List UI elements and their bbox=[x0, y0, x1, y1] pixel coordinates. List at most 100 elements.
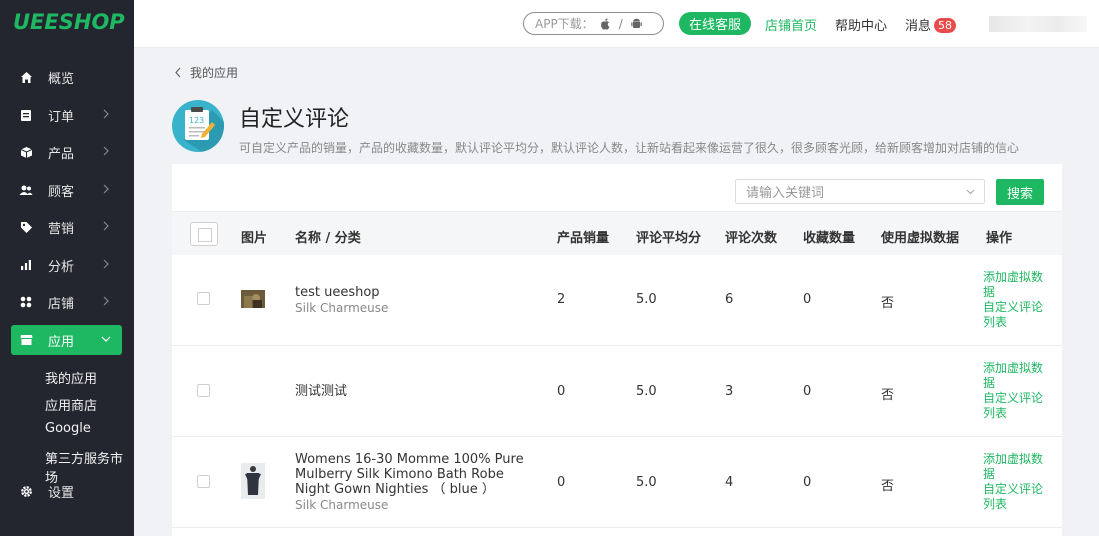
chevron-right-icon bbox=[103, 146, 109, 156]
sidebar-item-customers[interactable]: 顾客 bbox=[11, 175, 122, 205]
favorites-cell: 0 bbox=[803, 384, 812, 399]
sales-cell: 0 bbox=[557, 475, 566, 490]
row-checkbox[interactable] bbox=[197, 475, 210, 488]
row-checkbox[interactable] bbox=[197, 292, 210, 305]
product-thumbnail[interactable] bbox=[241, 463, 265, 499]
box-icon bbox=[19, 145, 33, 159]
svg-text:123: 123 bbox=[189, 116, 204, 125]
online-service-button[interactable]: 在线客服 bbox=[679, 12, 751, 35]
content-card: 请输入关键词 搜索 图片 名称 / 分类 产品销量 评论平均分 评论次数 收藏数… bbox=[172, 164, 1062, 536]
chevron-right-icon bbox=[103, 296, 109, 306]
product-name-cell[interactable]: 测试测试 bbox=[295, 384, 525, 399]
grid-icon bbox=[19, 295, 33, 309]
product-name[interactable]: 测试测试 bbox=[295, 384, 347, 399]
chevron-right-icon bbox=[103, 221, 109, 231]
product-name[interactable]: test ueeshop bbox=[295, 285, 380, 300]
help-center-link[interactable]: 帮助中心 bbox=[835, 15, 887, 34]
sidebar-subitem-google[interactable]: Google bbox=[45, 421, 91, 436]
column-header: 图片 bbox=[241, 231, 268, 246]
order-icon bbox=[19, 108, 33, 122]
message-count-badge: 58 bbox=[934, 18, 957, 33]
top-header: APP下载： / 在线客服 店铺首页 帮助中心 消息 58 bbox=[134, 0, 1099, 48]
table-row: 测试测试 0 5.0 3 0 否 添加虚拟数据 自定义评论列表 bbox=[172, 346, 1062, 437]
messages-link[interactable]: 消息 58 bbox=[905, 15, 957, 34]
row-actions: 添加虚拟数据 自定义评论列表 bbox=[983, 452, 1049, 512]
column-header: 评论次数 bbox=[725, 231, 778, 246]
column-header: 名称 / 分类 bbox=[295, 231, 361, 246]
apple-icon[interactable] bbox=[600, 18, 611, 30]
messages-label: 消息 bbox=[905, 19, 932, 34]
table-row: Womens 16-30 Momme 100% Pure Mulberry Si… bbox=[172, 437, 1062, 528]
row-checkbox[interactable] bbox=[197, 384, 210, 397]
select-all-checkbox[interactable] bbox=[190, 222, 218, 246]
separator: / bbox=[618, 16, 623, 31]
sidebar-item-products[interactable]: 产品 bbox=[11, 137, 122, 167]
sales-cell: 0 bbox=[557, 384, 566, 399]
search-input[interactable]: 请输入关键词 bbox=[735, 179, 985, 204]
breadcrumb[interactable]: 我的应用 bbox=[174, 64, 238, 81]
chevron-down-icon bbox=[101, 336, 111, 342]
review-count-cell: 4 bbox=[725, 475, 734, 490]
product-category: Silk Charmeuse bbox=[295, 301, 389, 315]
virtual-data-cell: 否 bbox=[881, 296, 895, 311]
search-placeholder: 请输入关键词 bbox=[746, 186, 825, 201]
custom-review-list-link[interactable]: 自定义评论列表 bbox=[983, 391, 1049, 421]
user-account[interactable] bbox=[989, 16, 1087, 32]
avg-rating-cell: 5.0 bbox=[636, 292, 657, 307]
avg-rating-cell: 5.0 bbox=[636, 384, 657, 399]
chevron-right-icon bbox=[103, 184, 109, 194]
sidebar-item-overview[interactable]: 概览 bbox=[11, 62, 122, 92]
search-button[interactable]: 搜索 bbox=[996, 179, 1044, 205]
product-name-cell[interactable]: Womens 16-30 Momme 100% Pure Mulberry Si… bbox=[295, 452, 525, 513]
chevron-right-icon bbox=[103, 259, 109, 269]
sidebar-item-label: 设置 bbox=[48, 485, 75, 501]
page-title: 自定义评论 bbox=[239, 107, 350, 132]
sidebar-item-orders[interactable]: 订单 bbox=[11, 100, 122, 130]
sidebar-item-label: 订单 bbox=[48, 109, 75, 125]
column-header: 评论平均分 bbox=[636, 231, 702, 246]
product-name-cell[interactable]: test ueeshop Silk Charmeuse bbox=[295, 285, 525, 316]
table-row: test ueeshop Silk Charmeuse 2 5.0 6 0 否 … bbox=[172, 255, 1062, 346]
favorites-cell: 0 bbox=[803, 292, 812, 307]
app-download[interactable]: APP下载： / bbox=[523, 12, 664, 35]
add-virtual-data-link[interactable]: 添加虚拟数据 bbox=[983, 270, 1049, 300]
sidebar-item-marketing[interactable]: 营销 bbox=[11, 212, 122, 242]
sales-cell: 2 bbox=[557, 292, 566, 307]
sidebar-item-label: 应用 bbox=[48, 334, 75, 350]
column-header: 操作 bbox=[986, 231, 1013, 246]
bar-chart-icon bbox=[19, 258, 33, 272]
product-thumbnail[interactable] bbox=[241, 290, 265, 308]
custom-review-list-link[interactable]: 自定义评论列表 bbox=[983, 482, 1049, 512]
breadcrumb-label[interactable]: 我的应用 bbox=[190, 64, 238, 81]
ueeshop-logo[interactable]: UEESHOP bbox=[0, 0, 134, 48]
custom-review-list-link[interactable]: 自定义评论列表 bbox=[983, 300, 1049, 330]
sidebar-item-label: 营销 bbox=[48, 221, 75, 237]
chevron-down-icon[interactable] bbox=[965, 186, 976, 197]
virtual-data-cell: 否 bbox=[881, 479, 895, 494]
column-header: 收藏数量 bbox=[803, 231, 856, 246]
row-actions: 添加虚拟数据 自定义评论列表 bbox=[983, 361, 1049, 421]
virtual-data-cell: 否 bbox=[881, 388, 895, 403]
column-header: 使用虚拟数据 bbox=[881, 231, 960, 246]
store-icon bbox=[19, 333, 33, 347]
users-icon bbox=[19, 183, 33, 197]
sidebar-item-analytics[interactable]: 分析 bbox=[11, 250, 122, 280]
android-icon[interactable] bbox=[631, 18, 642, 30]
gear-icon bbox=[19, 484, 33, 498]
chevron-left-icon[interactable] bbox=[174, 67, 182, 78]
product-name[interactable]: Womens 16-30 Momme 100% Pure Mulberry Si… bbox=[295, 452, 524, 497]
add-virtual-data-link[interactable]: 添加虚拟数据 bbox=[983, 452, 1049, 482]
sidebar-item-apps[interactable]: 应用 bbox=[11, 325, 122, 355]
sidebar-item-label: 分析 bbox=[48, 259, 75, 275]
sidebar-subitem-app-store[interactable]: 应用商店 bbox=[45, 395, 97, 414]
sidebar-subitem-my-apps[interactable]: 我的应用 bbox=[45, 368, 97, 387]
sidebar-item-settings[interactable]: 设置 bbox=[11, 476, 122, 506]
table-header: 图片 名称 / 分类 产品销量 评论平均分 评论次数 收藏数量 使用虚拟数据 操… bbox=[172, 211, 1062, 255]
store-home-link[interactable]: 店铺首页 bbox=[765, 15, 817, 34]
sidebar-item-store[interactable]: 店铺 bbox=[11, 287, 122, 317]
sidebar: UEESHOP 概览 订单 产品 顾客 营销 分析 店铺 应用 我的应用 应用商… bbox=[0, 0, 134, 536]
column-header: 产品销量 bbox=[557, 231, 610, 246]
add-virtual-data-link[interactable]: 添加虚拟数据 bbox=[983, 361, 1049, 391]
home-icon bbox=[19, 70, 33, 84]
sidebar-item-label: 产品 bbox=[48, 146, 75, 162]
